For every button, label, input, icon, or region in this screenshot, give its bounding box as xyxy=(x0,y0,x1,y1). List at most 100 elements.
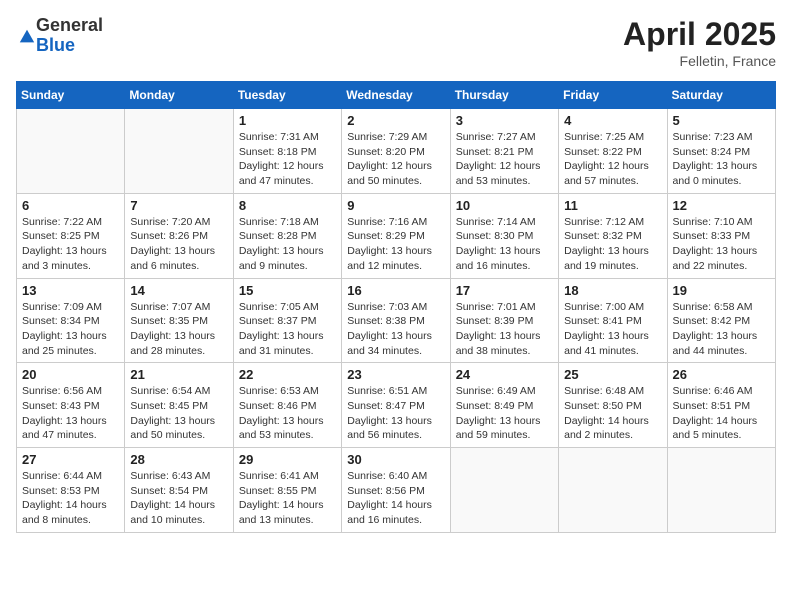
calendar-week-row: 6 Sunrise: 7:22 AM Sunset: 8:25 PM Daylig… xyxy=(17,193,776,278)
day-info: Sunrise: 6:43 AM Sunset: 8:54 PM Dayligh… xyxy=(130,469,227,528)
day-number: 19 xyxy=(673,283,770,298)
day-number: 5 xyxy=(673,113,770,128)
calendar-cell: 28 Sunrise: 6:43 AM Sunset: 8:54 PM Dayli… xyxy=(125,448,233,533)
calendar-cell: 22 Sunrise: 6:53 AM Sunset: 8:46 PM Dayli… xyxy=(233,363,341,448)
day-info: Sunrise: 7:10 AM Sunset: 8:33 PM Dayligh… xyxy=(673,215,770,274)
day-number: 7 xyxy=(130,198,227,213)
day-number: 15 xyxy=(239,283,336,298)
calendar-cell: 9 Sunrise: 7:16 AM Sunset: 8:29 PM Daylig… xyxy=(342,193,450,278)
logo: General Blue xyxy=(16,16,103,56)
day-of-week-header: Saturday xyxy=(667,82,775,109)
day-number: 29 xyxy=(239,452,336,467)
calendar-cell xyxy=(559,448,667,533)
day-info: Sunrise: 7:03 AM Sunset: 8:38 PM Dayligh… xyxy=(347,300,444,359)
day-number: 9 xyxy=(347,198,444,213)
calendar-cell: 16Sunrise: 7:03 AM Sunset: 8:38 PM Dayli… xyxy=(342,278,450,363)
day-info: Sunrise: 7:09 AM Sunset: 8:34 PM Dayligh… xyxy=(22,300,119,359)
day-number: 11 xyxy=(564,198,661,213)
day-number: 26 xyxy=(673,367,770,382)
day-info: Sunrise: 7:23 AM Sunset: 8:24 PM Dayligh… xyxy=(673,130,770,189)
day-number: 12 xyxy=(673,198,770,213)
calendar-cell xyxy=(667,448,775,533)
day-number: 28 xyxy=(130,452,227,467)
calendar-cell: 3 Sunrise: 7:27 AM Sunset: 8:21 PM Daylig… xyxy=(450,109,558,194)
day-of-week-header: Friday xyxy=(559,82,667,109)
calendar-cell: 15 Sunrise: 7:05 AM Sunset: 8:37 PM Dayli… xyxy=(233,278,341,363)
day-number: 23 xyxy=(347,367,444,382)
day-info: Sunrise: 7:20 AM Sunset: 8:26 PM Dayligh… xyxy=(130,215,227,274)
day-info: Sunrise: 6:56 AM Sunset: 8:43 PM Dayligh… xyxy=(22,384,119,443)
day-info: Sunrise: 6:40 AM Sunset: 8:56 PM Dayligh… xyxy=(347,469,444,528)
day-info: Sunrise: 7:00 AM Sunset: 8:41 PM Dayligh… xyxy=(564,300,661,359)
day-number: 24 xyxy=(456,367,553,382)
day-number: 8 xyxy=(239,198,336,213)
day-of-week-header: Monday xyxy=(125,82,233,109)
calendar-cell: 24 Sunrise: 6:49 AM Sunset: 8:49 PM Dayli… xyxy=(450,363,558,448)
day-of-week-header: Tuesday xyxy=(233,82,341,109)
calendar-week-row: 20 Sunrise: 6:56 AM Sunset: 8:43 PM Dayli… xyxy=(17,363,776,448)
day-info: Sunrise: 6:49 AM Sunset: 8:49 PM Dayligh… xyxy=(456,384,553,443)
day-number: 21 xyxy=(130,367,227,382)
calendar-week-row: 1Sunrise: 7:31 AM Sunset: 8:18 PM Daylig… xyxy=(17,109,776,194)
calendar-cell: 5 Sunrise: 7:23 AM Sunset: 8:24 PM Daylig… xyxy=(667,109,775,194)
day-info: Sunrise: 6:58 AM Sunset: 8:42 PM Dayligh… xyxy=(673,300,770,359)
day-number: 22 xyxy=(239,367,336,382)
calendar-cell: 6 Sunrise: 7:22 AM Sunset: 8:25 PM Daylig… xyxy=(17,193,125,278)
day-number: 3 xyxy=(456,113,553,128)
calendar-cell: 26Sunrise: 6:46 AM Sunset: 8:51 PM Dayli… xyxy=(667,363,775,448)
calendar-cell: 21 Sunrise: 6:54 AM Sunset: 8:45 PM Dayli… xyxy=(125,363,233,448)
title-area: April 2025 Felletin, France xyxy=(623,16,776,69)
day-info: Sunrise: 7:18 AM Sunset: 8:28 PM Dayligh… xyxy=(239,215,336,274)
logo-blue: Blue xyxy=(36,36,103,56)
day-info: Sunrise: 7:25 AM Sunset: 8:22 PM Dayligh… xyxy=(564,130,661,189)
day-number: 10 xyxy=(456,198,553,213)
day-info: Sunrise: 6:51 AM Sunset: 8:47 PM Dayligh… xyxy=(347,384,444,443)
day-of-week-header: Sunday xyxy=(17,82,125,109)
calendar-cell: 2Sunrise: 7:29 AM Sunset: 8:20 PM Daylig… xyxy=(342,109,450,194)
day-info: Sunrise: 6:53 AM Sunset: 8:46 PM Dayligh… xyxy=(239,384,336,443)
calendar-cell: 13 Sunrise: 7:09 AM Sunset: 8:34 PM Dayli… xyxy=(17,278,125,363)
calendar-cell: 14Sunrise: 7:07 AM Sunset: 8:35 PM Dayli… xyxy=(125,278,233,363)
calendar-cell: 23 Sunrise: 6:51 AM Sunset: 8:47 PM Dayli… xyxy=(342,363,450,448)
day-info: Sunrise: 7:16 AM Sunset: 8:29 PM Dayligh… xyxy=(347,215,444,274)
day-info: Sunrise: 6:54 AM Sunset: 8:45 PM Dayligh… xyxy=(130,384,227,443)
day-info: Sunrise: 7:07 AM Sunset: 8:35 PM Dayligh… xyxy=(130,300,227,359)
calendar-cell: 8 Sunrise: 7:18 AM Sunset: 8:28 PM Daylig… xyxy=(233,193,341,278)
day-number: 20 xyxy=(22,367,119,382)
day-info: Sunrise: 7:27 AM Sunset: 8:21 PM Dayligh… xyxy=(456,130,553,189)
calendar-table: SundayMondayTuesdayWednesdayThursdayFrid… xyxy=(16,81,776,533)
month-title: April 2025 xyxy=(623,16,776,53)
calendar-week-row: 27 Sunrise: 6:44 AM Sunset: 8:53 PM Dayli… xyxy=(17,448,776,533)
day-info: Sunrise: 7:22 AM Sunset: 8:25 PM Dayligh… xyxy=(22,215,119,274)
day-info: Sunrise: 6:44 AM Sunset: 8:53 PM Dayligh… xyxy=(22,469,119,528)
calendar-cell: 27 Sunrise: 6:44 AM Sunset: 8:53 PM Dayli… xyxy=(17,448,125,533)
day-info: Sunrise: 7:29 AM Sunset: 8:20 PM Dayligh… xyxy=(347,130,444,189)
calendar-cell xyxy=(17,109,125,194)
calendar-cell: 17 Sunrise: 7:01 AM Sunset: 8:39 PM Dayli… xyxy=(450,278,558,363)
logo-text: General Blue xyxy=(36,16,103,56)
day-number: 18 xyxy=(564,283,661,298)
calendar-cell: 1Sunrise: 7:31 AM Sunset: 8:18 PM Daylig… xyxy=(233,109,341,194)
day-info: Sunrise: 7:05 AM Sunset: 8:37 PM Dayligh… xyxy=(239,300,336,359)
day-info: Sunrise: 6:48 AM Sunset: 8:50 PM Dayligh… xyxy=(564,384,661,443)
day-info: Sunrise: 7:12 AM Sunset: 8:32 PM Dayligh… xyxy=(564,215,661,274)
calendar-cell: 10 Sunrise: 7:14 AM Sunset: 8:30 PM Dayli… xyxy=(450,193,558,278)
day-info: Sunrise: 7:14 AM Sunset: 8:30 PM Dayligh… xyxy=(456,215,553,274)
day-number: 13 xyxy=(22,283,119,298)
day-number: 4 xyxy=(564,113,661,128)
day-number: 25 xyxy=(564,367,661,382)
calendar-cell: 11 Sunrise: 7:12 AM Sunset: 8:32 PM Dayli… xyxy=(559,193,667,278)
logo-icon xyxy=(18,28,36,46)
calendar-cell: 4 Sunrise: 7:25 AM Sunset: 8:22 PM Daylig… xyxy=(559,109,667,194)
day-number: 30 xyxy=(347,452,444,467)
calendar-cell xyxy=(450,448,558,533)
calendar-cell: 30 Sunrise: 6:40 AM Sunset: 8:56 PM Dayli… xyxy=(342,448,450,533)
calendar-header-row: SundayMondayTuesdayWednesdayThursdayFrid… xyxy=(17,82,776,109)
page-header: General Blue April 2025 Felletin, France xyxy=(16,16,776,69)
day-info: Sunrise: 7:01 AM Sunset: 8:39 PM Dayligh… xyxy=(456,300,553,359)
calendar-cell: 25 Sunrise: 6:48 AM Sunset: 8:50 PM Dayli… xyxy=(559,363,667,448)
day-number: 17 xyxy=(456,283,553,298)
day-of-week-header: Thursday xyxy=(450,82,558,109)
day-number: 27 xyxy=(22,452,119,467)
day-number: 6 xyxy=(22,198,119,213)
